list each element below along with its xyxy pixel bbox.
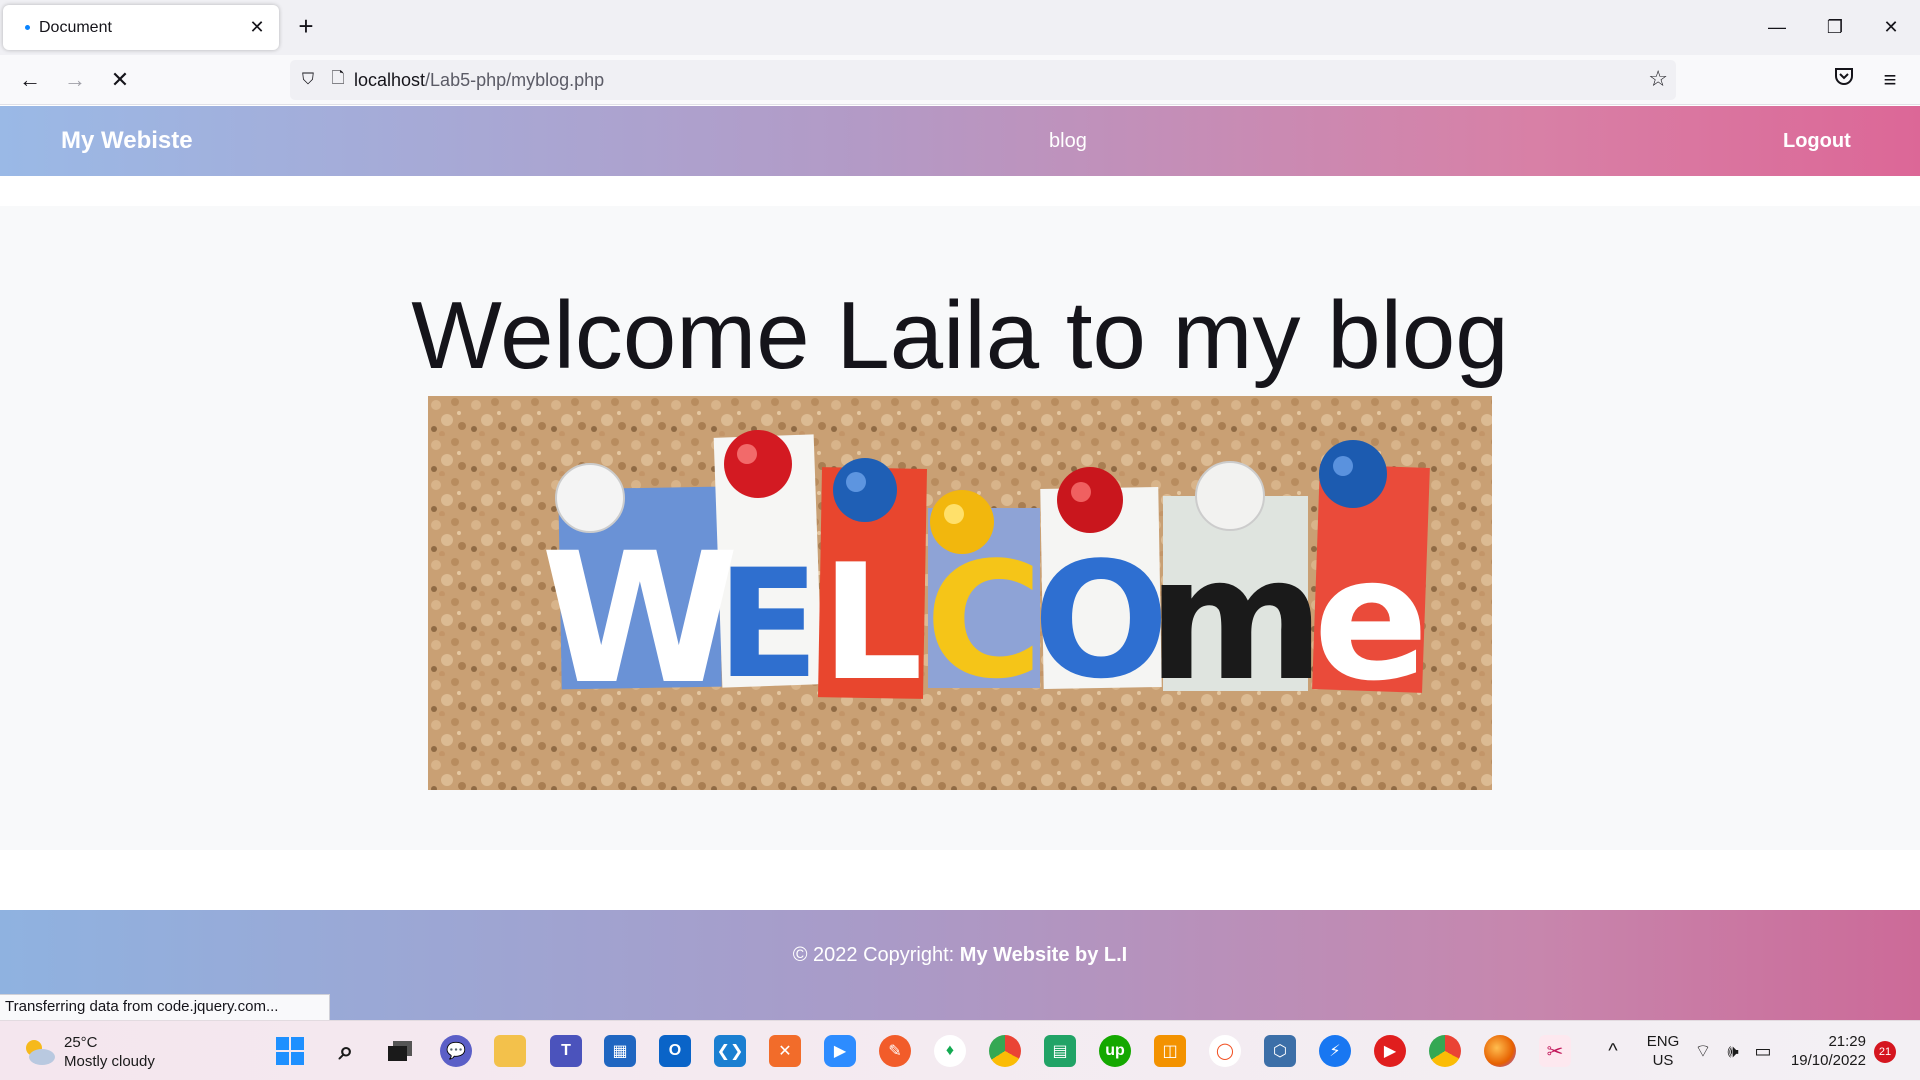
address-bar[interactable]: ⛉ 🗋 localhost/Lab5-php/myblog.php ☆: [290, 60, 1676, 100]
clock-date: 19/10/2022: [1790, 1052, 1866, 1069]
new-tab-icon[interactable]: +: [294, 12, 318, 42]
region-code: US: [1652, 1052, 1674, 1069]
taskbar: 25°C Mostly cloudy ⌕ 💬 T ▦ O ❮❯ ✕ ▶ ✎ ♦ …: [0, 1020, 1920, 1080]
site-navbar: My Webiste blog Logout: [0, 106, 1920, 176]
battery-icon[interactable]: ▭: [1750, 1021, 1776, 1080]
temperature: 25°C: [64, 1034, 98, 1051]
wifi-icon[interactable]: ⌔: [1690, 1021, 1716, 1080]
hero-letter: E: [717, 538, 819, 712]
browser-tab-bar: Document ✕ + — ❐ ✕: [0, 0, 1920, 55]
cloud-sun-icon: [22, 1037, 56, 1067]
weather-condition: Mostly cloudy: [64, 1053, 155, 1070]
bookmark-star-icon[interactable]: ☆: [1648, 66, 1668, 92]
forward-icon[interactable]: →: [59, 64, 91, 96]
logout-link[interactable]: Logout: [1783, 106, 1851, 176]
minimize-icon[interactable]: —: [1762, 12, 1792, 42]
hero-letter: C: [925, 527, 1042, 714]
back-icon[interactable]: ←: [14, 64, 46, 96]
mongodb-icon[interactable]: ♦: [934, 1035, 966, 1067]
url-text[interactable]: localhost/Lab5-php/myblog.php: [354, 70, 604, 91]
upwork-icon[interactable]: up: [1099, 1035, 1131, 1067]
postman-icon[interactable]: ✎: [879, 1035, 911, 1067]
clock-time: 21:29: [1828, 1033, 1866, 1050]
pocket-icon[interactable]: [1828, 64, 1860, 96]
chrome-profile-icon[interactable]: [1429, 1035, 1461, 1067]
teams-icon[interactable]: T: [550, 1035, 582, 1067]
outlook-icon[interactable]: O: [659, 1035, 691, 1067]
footer-prefix: © 2022 Copyright:: [792, 944, 960, 966]
chevron-up-icon[interactable]: ^: [1598, 1021, 1628, 1080]
loading-dot-icon: [25, 25, 30, 30]
task-view-icon[interactable]: [384, 1035, 416, 1067]
close-tab-icon[interactable]: ✕: [247, 17, 267, 38]
notification-badge[interactable]: 21: [1874, 1041, 1896, 1063]
welcome-image: W E L C O m e: [428, 396, 1492, 790]
xampp-icon[interactable]: ✕: [769, 1035, 801, 1067]
nav-link-blog[interactable]: blog: [1049, 106, 1087, 176]
zoom-icon[interactable]: ▶: [824, 1035, 856, 1067]
shield-icon[interactable]: ⛉: [290, 71, 326, 89]
page-icon: 🗋: [331, 69, 345, 87]
search-icon[interactable]: ⌕: [330, 1035, 362, 1067]
weather-widget[interactable]: 25°C Mostly cloudy: [22, 1033, 155, 1071]
app-icon[interactable]: ◫: [1154, 1035, 1186, 1067]
restore-icon[interactable]: ❐: [1820, 12, 1850, 42]
site-brand[interactable]: My Webiste: [61, 106, 193, 176]
sheets-icon[interactable]: ▤: [1044, 1035, 1076, 1067]
hero-letter: W: [541, 515, 740, 724]
file-explorer-icon[interactable]: [494, 1035, 526, 1067]
hero-letter: e: [1313, 521, 1428, 719]
footer-copyright: © 2022 Copyright: My Website by L.I: [0, 910, 1920, 1000]
windows-start-icon[interactable]: [274, 1035, 306, 1067]
language-code: ENG: [1646, 1033, 1680, 1050]
snipping-tool-icon[interactable]: ✂: [1539, 1035, 1571, 1067]
store-icon[interactable]: ▦: [604, 1035, 636, 1067]
clock[interactable]: 21:29 19/10/2022: [1786, 1021, 1866, 1080]
language-indicator[interactable]: ENG US: [1640, 1021, 1686, 1080]
browser-nav-bar: ← → ✕ ⛉ 🗋 localhost/Lab5-php/myblog.php …: [0, 55, 1920, 105]
browser-status-bar: Transferring data from code.jquery.com..…: [0, 994, 330, 1020]
youtube-music-icon[interactable]: ▶: [1374, 1035, 1406, 1067]
office-icon[interactable]: ◯: [1209, 1035, 1241, 1067]
url-path: /Lab5-php/myblog.php: [425, 69, 605, 90]
tab-title: Document: [39, 18, 112, 36]
menu-icon[interactable]: ≡: [1874, 64, 1906, 96]
hero-letter: m: [1147, 521, 1324, 719]
browser-tab[interactable]: Document ✕: [3, 5, 279, 50]
chrome-icon[interactable]: [989, 1035, 1021, 1067]
page-title: Welcome Laila to my blog: [411, 282, 1509, 389]
welcome-section: Welcome Laila to my blog W E L C O m e: [0, 206, 1920, 850]
url-host: localhost: [354, 69, 426, 90]
vscode-icon[interactable]: ❮❯: [714, 1035, 746, 1067]
firefox-icon[interactable]: [1484, 1035, 1516, 1067]
volume-icon[interactable]: 🕪: [1720, 1021, 1746, 1080]
chat-icon[interactable]: 💬: [440, 1035, 472, 1067]
messenger-icon[interactable]: ⚡: [1319, 1035, 1351, 1067]
hero-letter: L: [821, 529, 923, 716]
stop-loading-icon[interactable]: ✕: [104, 64, 136, 96]
close-window-icon[interactable]: ✕: [1876, 12, 1906, 42]
virtualbox-icon[interactable]: ⬡: [1264, 1035, 1296, 1067]
footer-site-link[interactable]: My Website by L.I: [960, 944, 1127, 966]
